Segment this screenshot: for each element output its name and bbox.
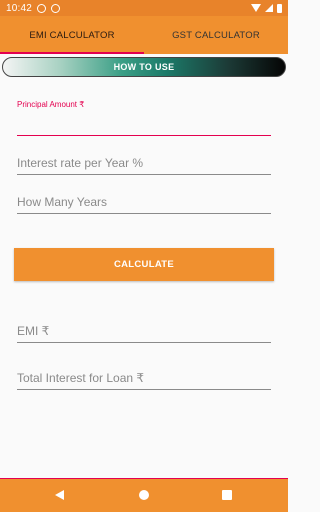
calculate-button[interactable]: CALCULATE — [14, 248, 274, 281]
how-to-use-button[interactable]: HOW TO USE — [2, 57, 286, 77]
emi-result-field[interactable]: EMI ₹ — [17, 320, 271, 343]
field-underline — [17, 213, 271, 214]
interest-rate-placeholder: Interest rate per Year % — [17, 156, 144, 170]
sim-icon — [37, 3, 47, 13]
back-icon[interactable] — [55, 490, 64, 500]
tab-bar: EMI CALCULATOR GST CALCULATOR — [0, 16, 288, 54]
field-underline — [17, 389, 271, 390]
tab-emi-calculator[interactable]: EMI CALCULATOR — [0, 16, 144, 54]
emi-placeholder: EMI ₹ — [17, 324, 50, 338]
status-bar: 10:42 — [0, 0, 288, 16]
wifi-icon — [251, 4, 261, 12]
tab-gst-calculator[interactable]: GST CALCULATOR — [144, 16, 288, 54]
calculate-label: CALCULATE — [113, 259, 175, 270]
field-underline — [17, 342, 271, 343]
principal-amount-label: Principal Amount ₹ — [17, 100, 85, 109]
tab-label: GST CALCULATOR — [172, 29, 260, 41]
principal-amount-field[interactable]: Principal Amount ₹ — [17, 100, 271, 136]
how-to-use-label: HOW TO USE — [113, 62, 175, 72]
alarm-icon — [51, 3, 61, 13]
years-placeholder: How Many Years — [17, 195, 108, 209]
total-interest-placeholder: Total Interest for Loan ₹ — [17, 371, 145, 385]
home-icon[interactable] — [139, 490, 149, 500]
tab-label: EMI CALCULATOR — [29, 29, 115, 41]
recents-icon[interactable] — [222, 490, 232, 500]
field-underline — [17, 134, 271, 136]
navigation-bar — [0, 478, 288, 512]
signal-icon — [265, 4, 273, 12]
interest-rate-field[interactable]: Interest rate per Year % — [17, 152, 271, 175]
status-time: 10:42 — [6, 2, 33, 14]
years-field[interactable]: How Many Years — [17, 191, 271, 214]
total-interest-field[interactable]: Total Interest for Loan ₹ — [17, 367, 271, 390]
field-underline — [17, 174, 271, 175]
battery-icon — [277, 3, 282, 13]
